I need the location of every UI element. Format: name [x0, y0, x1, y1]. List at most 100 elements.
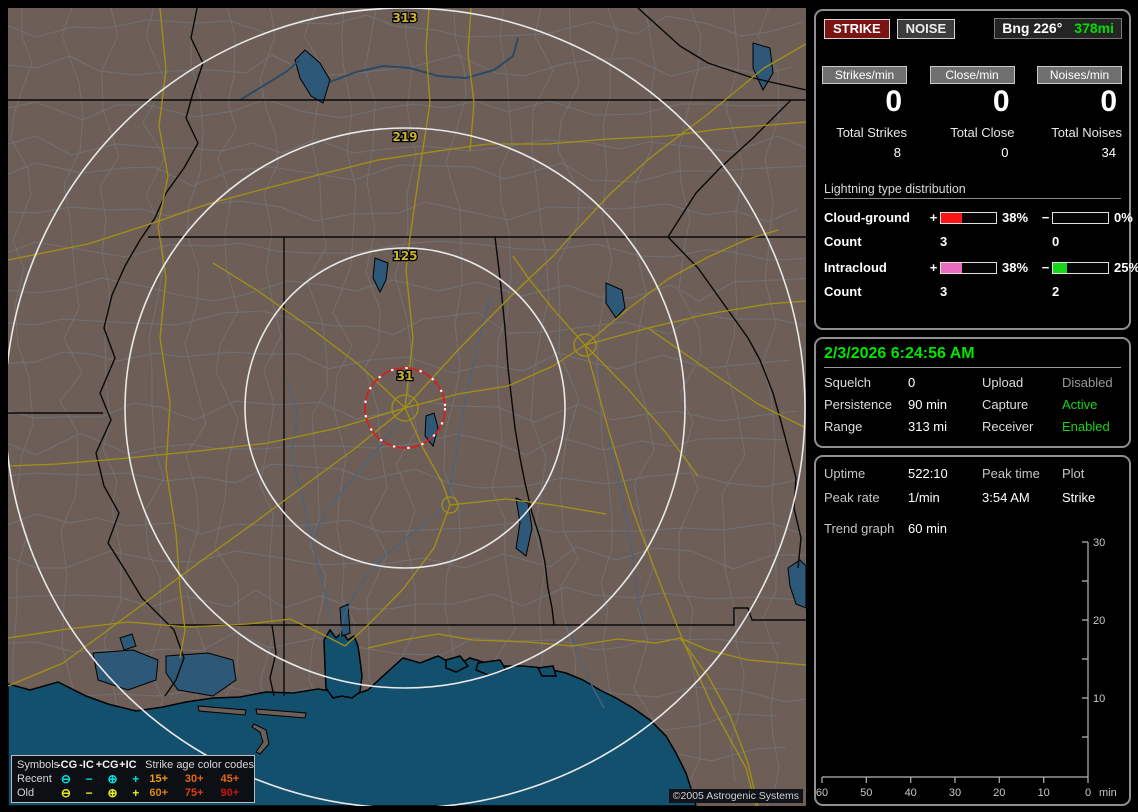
plus-ic-old-icon: + — [132, 786, 140, 800]
peak-rate-value: 1/min — [908, 490, 940, 505]
cg-plus-pct: 38% — [1002, 210, 1029, 225]
x-tick-10: 10 — [1038, 787, 1050, 799]
capture-label: Capture — [982, 397, 1029, 412]
x-axis-unit: min — [1099, 787, 1117, 799]
total-close-value: 0 — [1001, 145, 1009, 160]
trend-graph-label: Trend graph — [824, 521, 895, 536]
ic-plus-pct: 38% — [1002, 260, 1029, 275]
x-tick-0: 0 — [1085, 787, 1091, 799]
noises-per-min-value: 0 — [1100, 85, 1117, 118]
age-75: 75+ — [184, 787, 204, 799]
minus-ic-recent-icon: − — [85, 772, 93, 786]
x-tick-40: 40 — [905, 787, 917, 799]
x-tick-60: 60 — [816, 787, 828, 799]
ring-label-125: 125 — [392, 249, 417, 263]
trend-graph: 30 20 10 60 50 40 30 20 10 0 min — [816, 537, 1117, 799]
datetime-display: 2/3/2026 6:24:56 AM — [824, 345, 1121, 368]
plus-sign: + — [929, 210, 938, 225]
map-legend: Symbols -CG -IC +CG +IC Strike age color… — [11, 755, 255, 803]
plus-ic-recent-icon: + — [132, 772, 140, 786]
total-noises-label: Total Noises — [1051, 125, 1122, 140]
cloud-ground-count-row: Count 3 0 — [824, 234, 1121, 249]
cg-plus-count: 3 — [940, 234, 948, 249]
bearing-value: Bng 226° — [1002, 20, 1063, 36]
radar-map[interactable]: 313 219 125 31 Symbols -CG -IC +CG +IC S… — [8, 8, 806, 806]
legend-symbols-header: Symbols — [17, 759, 60, 771]
trend-panel: Uptime 522:10 Peak time Plot Peak rate 1… — [814, 455, 1131, 806]
x-tick-30: 30 — [949, 787, 961, 799]
receiver-status: Enabled — [1062, 419, 1110, 434]
persistence-value: 90 min — [908, 397, 948, 412]
cg-minus-count: 0 — [1052, 234, 1060, 249]
ic-plus-count: 3 — [940, 284, 948, 299]
minus-cg-recent-icon: ⊖ — [60, 772, 71, 786]
counter-panel: STRIKE NOISE Bng 226° 378mi Strikes/min … — [814, 9, 1138, 330]
noises-counter: Noises/min 0 Total Noises 34 — [1037, 66, 1122, 160]
trend-graph-row: Trend graph 60 min — [824, 521, 1121, 536]
plus-sign: + — [929, 260, 938, 275]
legend-recent-label: Recent — [17, 773, 52, 785]
y-tick-30: 30 — [1093, 537, 1105, 549]
bearing-distance: 378mi — [1074, 20, 1114, 36]
total-strikes-value: 8 — [893, 145, 901, 160]
x-tick-50: 50 — [860, 787, 872, 799]
y-tick-20: 20 — [1093, 615, 1105, 627]
range-label: Range — [824, 419, 863, 434]
strike-mode-button[interactable]: STRIKE — [824, 18, 890, 39]
capture-status: Active — [1062, 397, 1098, 412]
plot-value: Strike — [1062, 490, 1096, 505]
cg-minus-pct: 0% — [1114, 210, 1133, 225]
ic-plus-bar-fill — [941, 262, 962, 273]
age-90: 90+ — [220, 787, 240, 799]
plot-label: Plot — [1062, 466, 1085, 481]
uptime-label: Uptime — [824, 466, 866, 481]
intracloud-label: Intracloud — [824, 260, 887, 275]
close-per-min-label: Close/min — [929, 66, 1015, 84]
legend-age-header: Strike age color codes — [145, 759, 254, 771]
x-tick-20: 20 — [993, 787, 1005, 799]
rate-counters: Strikes/min 0 Total Strikes 8 Close/min … — [816, 66, 1129, 160]
upload-label: Upload — [982, 375, 1024, 390]
age-45: 45+ — [220, 773, 240, 785]
noises-per-min-label: Noises/min — [1037, 66, 1122, 84]
status-row: Squelch 0 Upload Disabled — [824, 375, 1121, 390]
minus-cg-old-icon: ⊖ — [60, 786, 71, 800]
legend-recent-row: Recent ⊖ − ⊕ + 15+ 30+ 45+ — [17, 772, 254, 786]
persistence-label: Persistence — [824, 397, 892, 412]
cloud-ground-label: Cloud-ground — [824, 210, 910, 225]
status-row: Range 313 mi Receiver Enabled — [824, 419, 1121, 434]
bearing-display: Bng 226° 378mi — [994, 18, 1122, 39]
squelch-value: 0 — [908, 375, 916, 390]
noise-mode-button[interactable]: NOISE — [896, 18, 956, 39]
close-counter: Close/min 0 Total Close 0 — [929, 66, 1015, 160]
peak-time-label: Peak time — [982, 466, 1040, 481]
tennessee-river — [239, 37, 519, 101]
peak-rate-label: Peak rate — [824, 490, 880, 505]
y-tick-10: 10 — [1093, 693, 1105, 705]
upload-status: Disabled — [1062, 375, 1113, 390]
state-borders — [8, 8, 806, 697]
trend-graph-value: 60 min — [908, 521, 948, 536]
ic-minus-bar — [1052, 261, 1109, 274]
peak-rate-row: Peak rate 1/min 3:54 AM Strike — [824, 490, 1121, 505]
distribution-title: Lightning type distribution — [824, 182, 1121, 199]
strikes-per-min-label: Strikes/min — [822, 66, 907, 84]
ring-label-31: 31 — [397, 369, 414, 383]
ic-plus-bar — [940, 261, 997, 274]
ic-minus-pct: 25% — [1114, 260, 1138, 275]
squelch-label: Squelch — [824, 375, 871, 390]
legend-col-plus-ic: +IC — [119, 759, 137, 771]
legend-col-minus-ic: -IC — [79, 759, 94, 771]
status-row: Persistence 90 min Capture Active — [824, 397, 1121, 412]
cloud-ground-row: Cloud-ground + 38% − 0% — [824, 210, 1133, 225]
ring-label-313: 313 — [392, 11, 417, 25]
range-value: 313 mi — [908, 419, 948, 434]
copyright-notice: ©2005 Astrogenic Systems — [668, 789, 803, 803]
total-strikes-label: Total Strikes — [836, 125, 907, 140]
age-30: 30+ — [184, 773, 204, 785]
app-window: 313 219 125 31 Symbols -CG -IC +CG +IC S… — [0, 0, 1138, 812]
age-60: 60+ — [149, 787, 169, 799]
plus-cg-recent-icon: ⊕ — [107, 772, 118, 786]
receiver-label: Receiver — [982, 419, 1034, 434]
legend-old-row: Old ⊖ − ⊕ + 60+ 75+ 90+ — [17, 786, 254, 800]
